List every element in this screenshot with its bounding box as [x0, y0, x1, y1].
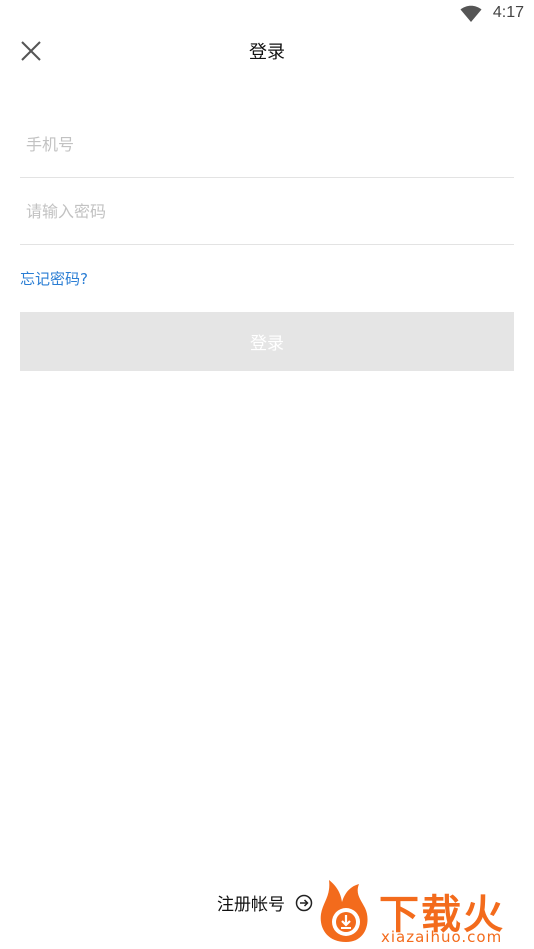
- watermark-url: xiazaihuo.com: [381, 928, 503, 946]
- password-input[interactable]: [20, 178, 514, 244]
- password-field: [20, 178, 514, 245]
- forgot-password-link[interactable]: 忘记密码?: [20, 268, 88, 289]
- wifi-icon: [460, 5, 482, 22]
- status-bar: 4:17: [0, 0, 534, 28]
- arrow-right-circle-icon: [295, 894, 313, 911]
- watermark: 下载火 xiazaihuo.com: [315, 878, 530, 948]
- phone-input[interactable]: [20, 111, 514, 177]
- page-title: 登录: [249, 42, 285, 63]
- status-time: 4:17: [492, 4, 524, 21]
- register-account-link[interactable]: 注册帐号: [217, 890, 313, 915]
- register-label: 注册帐号: [217, 895, 285, 915]
- login-button[interactable]: 登录: [20, 312, 514, 371]
- nav-bar: 登录: [0, 28, 534, 74]
- download-logo-icon: [320, 880, 368, 942]
- phone-field: [20, 111, 514, 178]
